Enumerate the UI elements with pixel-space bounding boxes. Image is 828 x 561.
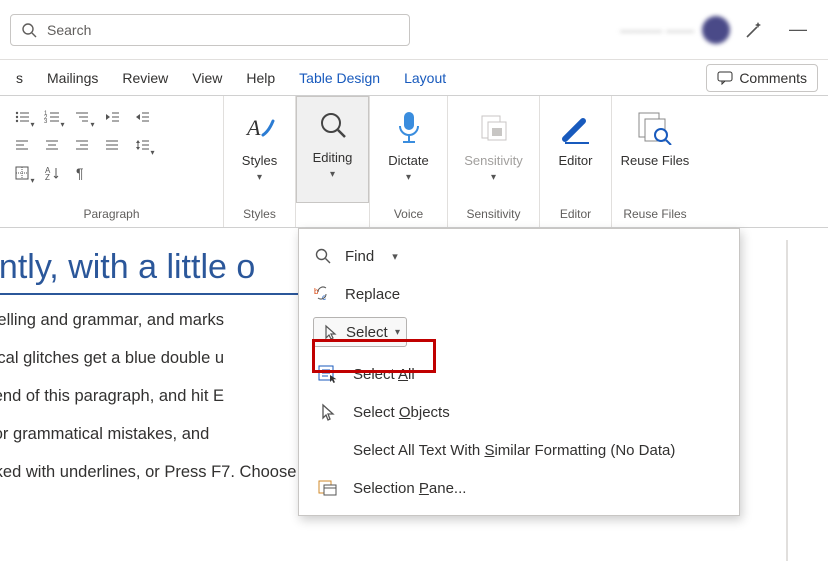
align-left-button[interactable] [8, 132, 36, 158]
select-item[interactable]: Select ▾ [313, 317, 407, 347]
borders-button[interactable]: ▾ [8, 160, 36, 186]
editor-label: Editor [559, 154, 593, 168]
tab-help[interactable]: Help [234, 60, 287, 95]
group-label-voice: Voice [374, 203, 443, 227]
tab-mailings[interactable]: Mailings [35, 60, 110, 95]
group-paragraph: ▾ 123▾ ▾ ▾ ▾ AZ ¶ Paragraph [0, 96, 224, 227]
bullets-button[interactable]: ▾ [8, 104, 36, 130]
group-label-editor: Editor [544, 203, 607, 227]
tab-view[interactable]: View [180, 60, 234, 95]
selection-pane-item[interactable]: Selection Pane... [303, 469, 735, 507]
group-editor: Editor Editor [540, 96, 612, 227]
increase-indent-button[interactable] [128, 104, 156, 130]
tab-table-design[interactable]: Table Design [287, 60, 392, 95]
sensitivity-label: Sensitivity [464, 154, 523, 168]
svg-text:¶: ¶ [76, 165, 84, 181]
styles-button[interactable]: A Styles ▾ [228, 100, 292, 203]
search-icon [21, 22, 37, 38]
ribbon-tabs: s Mailings Review View Help Table Design… [0, 60, 828, 96]
comments-label: Comments [739, 70, 807, 86]
select-all-icon [317, 365, 339, 383]
search-placeholder: Search [47, 22, 91, 38]
select-similar-label: Select All Text With Similar Formatting … [353, 442, 675, 459]
decrease-indent-button[interactable] [98, 104, 126, 130]
replace-icon: bc [313, 286, 333, 302]
selection-pane-icon [317, 480, 339, 496]
align-center-button[interactable] [38, 132, 66, 158]
user-name: ——— —— [620, 22, 694, 38]
cursor-icon [320, 324, 340, 340]
group-label-sensitivity: Sensitivity [452, 203, 535, 227]
group-voice: Dictate ▾ Voice [370, 96, 448, 227]
svg-text:Z: Z [45, 173, 50, 181]
numbering-button[interactable]: 123▾ [38, 104, 66, 130]
select-all-label: Select All [353, 366, 415, 383]
find-item[interactable]: Find ▾ [303, 237, 735, 275]
select-label: Select [346, 324, 388, 341]
justify-button[interactable] [98, 132, 126, 158]
magnifier-icon [318, 110, 348, 140]
minimize-button[interactable]: — [778, 19, 818, 40]
tab-fragment[interactable]: s [4, 60, 35, 95]
select-objects-item[interactable]: Select Objects [303, 393, 735, 431]
group-reuse: Reuse Files Reuse Files [612, 96, 698, 227]
reuse-files-button[interactable]: Reuse Files [616, 100, 694, 203]
group-label-reuse: Reuse Files [616, 203, 694, 227]
select-similar-formatting-item[interactable]: Select All Text With Similar Formatting … [303, 431, 735, 469]
group-editing: Editing ▾ [296, 96, 370, 227]
microphone-icon [395, 110, 423, 146]
avatar [702, 16, 730, 44]
tab-layout[interactable]: Layout [392, 60, 458, 95]
group-label-editing [296, 203, 369, 227]
reuse-label: Reuse Files [621, 154, 690, 168]
comment-icon [717, 71, 733, 85]
ribbon: ▾ 123▾ ▾ ▾ ▾ AZ ¶ Paragraph [0, 96, 828, 228]
group-label-styles: Styles [228, 203, 291, 227]
sort-button[interactable]: AZ [38, 160, 66, 186]
chevron-down-icon: ▾ [330, 169, 335, 180]
editor-icon [559, 111, 593, 145]
editor-button[interactable]: Editor [544, 100, 608, 203]
svg-text:A: A [245, 115, 261, 140]
sensitivity-icon [478, 112, 510, 144]
styles-icon: A [243, 111, 277, 145]
selection-pane-label: Selection Pane... [353, 480, 466, 497]
chevron-down-icon: ▾ [491, 172, 496, 183]
coming-soon-icon[interactable] [740, 20, 768, 40]
styles-label: Styles [242, 154, 277, 168]
title-bar: Search ——— —— — [0, 0, 828, 60]
chevron-down-icon: ▾ [395, 327, 400, 338]
multilevel-list-button[interactable]: ▾ [68, 104, 96, 130]
dictate-label: Dictate [388, 154, 428, 168]
select-objects-label: Select Objects [353, 404, 450, 421]
comments-button[interactable]: Comments [706, 64, 818, 92]
cursor-icon [317, 403, 339, 421]
replace-label: Replace [345, 286, 400, 303]
chevron-down-icon: ▾ [392, 250, 398, 263]
sensitivity-button[interactable]: Sensitivity ▾ [452, 100, 536, 203]
dictate-button[interactable]: Dictate ▾ [377, 100, 441, 203]
show-marks-button[interactable]: ¶ [68, 160, 96, 186]
chevron-down-icon: ▾ [406, 172, 411, 183]
svg-text:3: 3 [44, 119, 48, 125]
search-icon [313, 248, 333, 264]
chevron-down-icon: ▾ [257, 172, 262, 183]
reuse-files-icon [637, 111, 673, 145]
editing-button[interactable]: Editing ▾ [296, 96, 369, 203]
line-spacing-button[interactable]: ▾ [128, 132, 156, 158]
replace-item[interactable]: bc Replace [303, 275, 735, 313]
search-input[interactable]: Search [10, 14, 410, 46]
group-label-paragraph: Paragraph [4, 203, 219, 227]
group-styles: A Styles ▾ Styles [224, 96, 296, 227]
editing-dropdown: Find ▾ bc Replace Select ▾ Select All Se… [298, 228, 740, 516]
editing-label: Editing [313, 151, 353, 165]
align-right-button[interactable] [68, 132, 96, 158]
user-area[interactable]: ——— —— [620, 16, 730, 44]
find-label: Find [345, 248, 374, 265]
select-all-item[interactable]: Select All [303, 355, 735, 393]
tab-review[interactable]: Review [110, 60, 180, 95]
group-sensitivity: Sensitivity ▾ Sensitivity [448, 96, 540, 227]
right-margin [786, 240, 788, 561]
